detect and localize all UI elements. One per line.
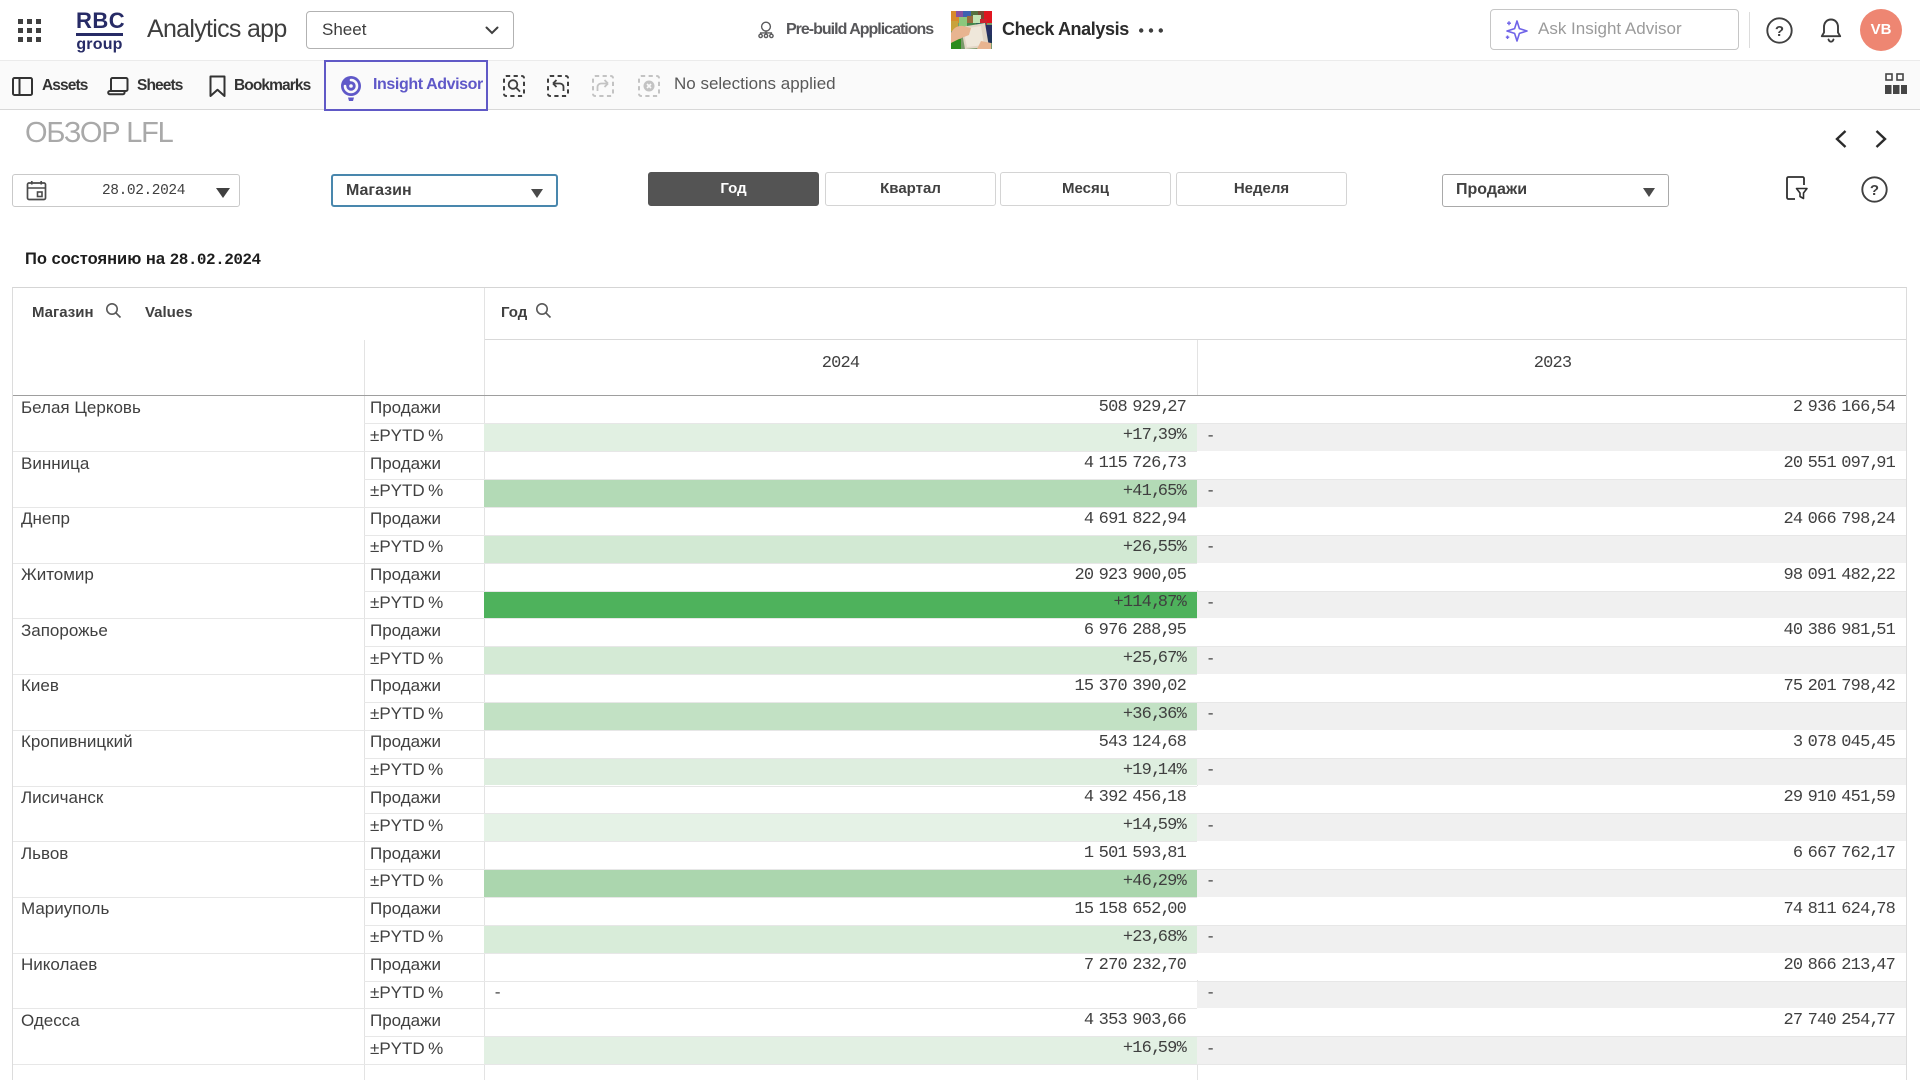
svg-text:?: ?	[1775, 23, 1784, 40]
svg-text:?: ?	[1870, 182, 1879, 199]
